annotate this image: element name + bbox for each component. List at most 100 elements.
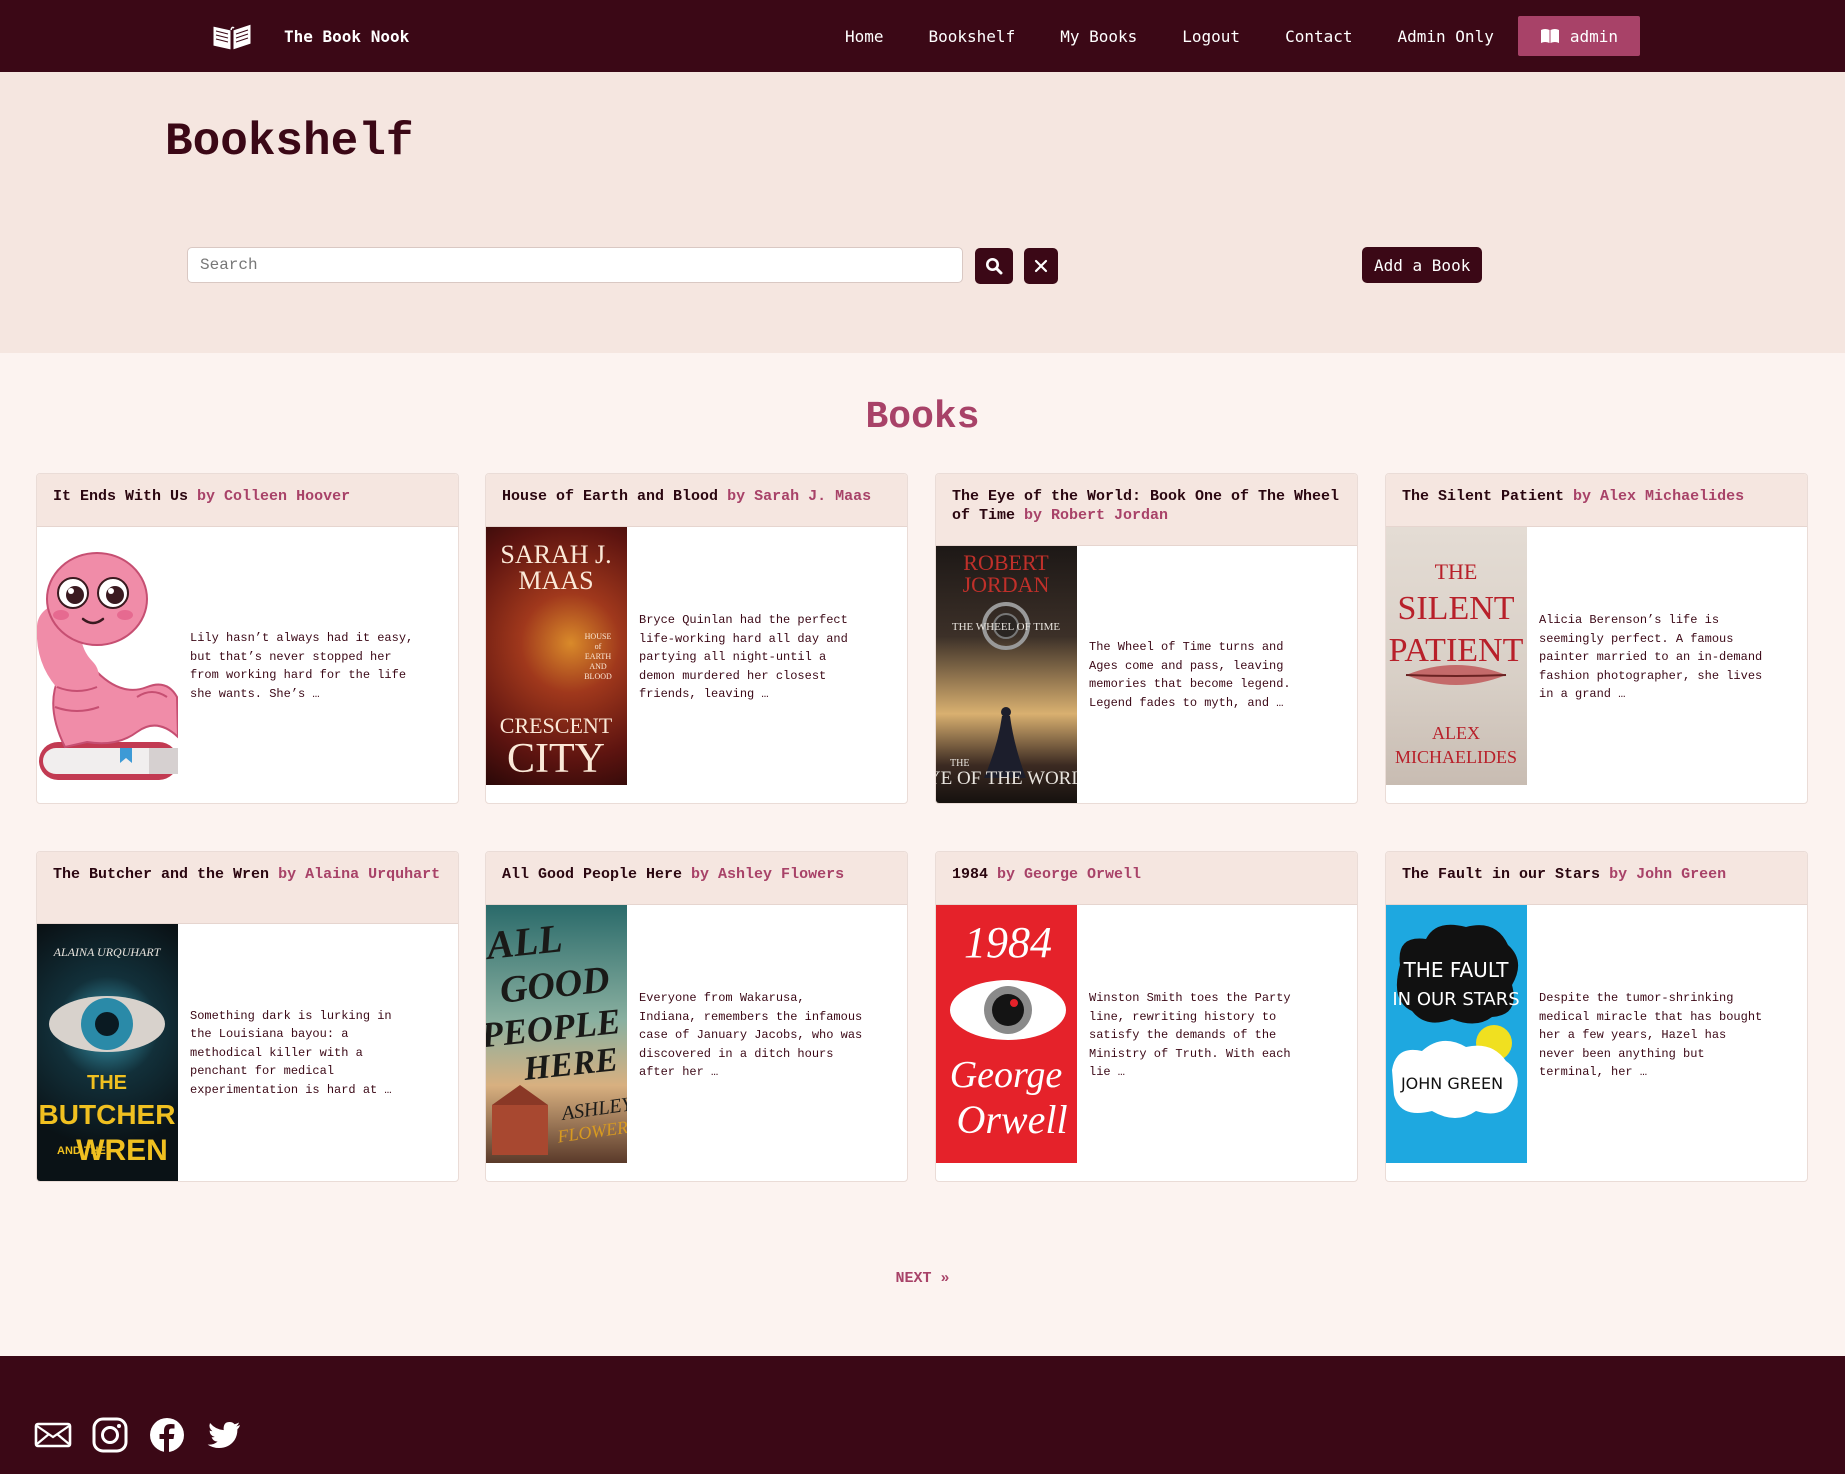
book-author: by Sarah J. Maas: [727, 488, 872, 505]
user-name: admin: [1569, 26, 1618, 46]
book-card[interactable]: House of Earth and Blood by Sarah J. Maa…: [485, 473, 908, 804]
cover-title-line: EYE OF THE WORLD: [936, 768, 1077, 789]
cover-author-line: MAAS: [518, 566, 593, 595]
search-input[interactable]: [187, 247, 963, 283]
book-card[interactable]: It Ends With Us by Colleen Hoover Lily h…: [36, 473, 459, 804]
book-cover-image[interactable]: ALL GOOD PEOPLE HERE ASHLEY FLOWERS: [486, 905, 627, 1163]
book-author: by Alex Michaelides: [1573, 488, 1745, 505]
cover-title-line: BUTCHER: [39, 1099, 176, 1130]
close-icon: [1034, 259, 1048, 273]
open-book-logo-icon: [212, 23, 252, 51]
add-book-button[interactable]: Add a Book: [1362, 247, 1483, 283]
nav-home[interactable]: Home: [845, 27, 884, 46]
cover-title-line: 1984: [964, 918, 1052, 967]
book-card[interactable]: 1984 by George Orwell 1984 George Orwell…: [935, 851, 1358, 1182]
facebook-icon[interactable]: [148, 1416, 186, 1454]
cover-author-line: George: [950, 1054, 1063, 1096]
cover-subtitle-line: AND: [589, 662, 607, 671]
cover-author-line: JORDAN: [963, 572, 1050, 597]
book-title[interactable]: All Good People Here: [502, 866, 682, 883]
cover-title-line: THE: [1435, 559, 1478, 584]
nav-my-books[interactable]: My Books: [1060, 27, 1137, 46]
book-author: by Colleen Hoover: [197, 488, 351, 505]
search-icon: [986, 258, 1003, 275]
footer: [0, 1356, 1845, 1474]
cover-subtitle-line: HOUSE: [585, 632, 612, 641]
cover-title-line: IN OUR STARS: [1392, 989, 1519, 1010]
book-title[interactable]: The Silent Patient: [1402, 488, 1564, 505]
book-title[interactable]: 1984: [952, 866, 988, 883]
book-card-header: The Fault in our Stars by John Green: [1386, 852, 1807, 905]
book-card[interactable]: The Silent Patient by Alex Michaelides T…: [1385, 473, 1808, 804]
book-card-header: The Silent Patient by Alex Michaelides: [1386, 474, 1807, 527]
book-author: by Ashley Flowers: [691, 866, 845, 883]
book-title[interactable]: The Fault in our Stars: [1402, 866, 1600, 883]
book-cover-image[interactable]: THE SILENT PATIENT ALEX MICHAELIDES: [1386, 527, 1527, 785]
instagram-icon[interactable]: [91, 1416, 129, 1454]
brand-name: The Book Nook: [284, 26, 410, 46]
cover-author-line: JOHN GREEN: [1400, 1074, 1503, 1093]
cover-title-line: PATIENT: [1389, 632, 1524, 669]
book-cover-image[interactable]: THE FAULT IN OUR STARS JOHN GREEN: [1386, 905, 1527, 1163]
brand[interactable]: The Book Nook: [210, 18, 409, 54]
page-header: Bookshelf Add a Book: [0, 72, 1845, 353]
navbar: The Book Nook Home Bookshelf My Books Lo…: [0, 0, 1845, 72]
book-cover-placeholder-image[interactable]: [37, 537, 178, 795]
cover-title-line: CITY: [507, 736, 605, 782]
cover-author-line: SARAH J.: [500, 540, 611, 569]
book-description: Alicia Berenson’s life is seemingly perf…: [1539, 613, 1763, 701]
book-card-header: The Butcher and the Wren by Alaina Urquh…: [37, 852, 458, 924]
nav-links: Home Bookshelf My Books Logout Contact A…: [800, 16, 1640, 56]
twitter-icon[interactable]: [205, 1416, 243, 1454]
book-card-header: The Eye of the World: Book One of The Wh…: [936, 474, 1357, 546]
search-button[interactable]: [975, 248, 1013, 284]
book-card[interactable]: All Good People Here by Ashley Flowers A…: [485, 851, 908, 1182]
cover-title-line: THE: [87, 1072, 127, 1094]
book-description: Despite the tumor-shrinking medical mira…: [1539, 991, 1763, 1079]
nav-admin-only[interactable]: Admin Only: [1398, 27, 1494, 46]
cover-series-line: THE WHEEL OF TIME: [952, 621, 1061, 633]
book-card[interactable]: The Fault in our Stars by John Green THE…: [1385, 851, 1808, 1182]
book-card-header: 1984 by George Orwell: [936, 852, 1357, 905]
cover-title-line: ALL: [486, 915, 565, 968]
user-menu-button[interactable]: admin: [1517, 16, 1640, 56]
page-title: Bookshelf: [165, 116, 414, 168]
nav-bookshelf[interactable]: Bookshelf: [929, 27, 1016, 46]
book-author: by George Orwell: [997, 866, 1142, 883]
cover-author-line: ALAINA URQUHART: [53, 945, 162, 959]
book-description: Bryce Quinlan had the perfect life-worki…: [639, 613, 848, 701]
book-description: Winston Smith toes the Party line, rewri…: [1089, 991, 1291, 1079]
book-cover-image[interactable]: ALAINA URQUHART THE BUTCHER AND THE WREN: [37, 924, 178, 1181]
book-card[interactable]: The Butcher and the Wren by Alaina Urquh…: [36, 851, 459, 1182]
book-icon: [1540, 29, 1559, 43]
book-author: by Alaina Urquhart: [278, 866, 441, 883]
book-card-header: House of Earth and Blood by Sarah J. Maa…: [486, 474, 907, 527]
book-card[interactable]: The Eye of the World: Book One of The Wh…: [935, 473, 1358, 804]
book-description: Something dark is lurking in the Louisia…: [190, 1008, 392, 1097]
cover-title-line: SILENT: [1397, 590, 1514, 627]
book-cover-image[interactable]: ROBERT JORDAN THE WHEEL OF TIME THE EYE …: [936, 546, 1077, 803]
cover-author-line: ALEX: [1432, 723, 1480, 743]
cover-author-line: Orwell: [956, 1097, 1067, 1142]
mail-icon[interactable]: [34, 1416, 72, 1454]
book-title[interactable]: The Butcher and the Wren: [53, 866, 269, 883]
cover-subtitle-line: EARTH: [585, 652, 611, 661]
book-description: Everyone from Wakarusa, Indiana, remembe…: [639, 991, 863, 1079]
nav-logout[interactable]: Logout: [1182, 27, 1240, 46]
book-cover-image[interactable]: 1984 George Orwell: [936, 905, 1077, 1163]
cover-title-line: CRESCENT: [500, 713, 613, 738]
book-cover-image[interactable]: SARAH J. MAAS HOUSE of EARTH AND BLOOD C…: [486, 527, 627, 785]
book-card-header: It Ends With Us by Colleen Hoover: [37, 474, 458, 527]
book-description: Lily hasn’t always had it easy, but that…: [190, 631, 414, 701]
book-author: by Robert Jordan: [1024, 507, 1169, 524]
nav-contact[interactable]: Contact: [1285, 27, 1352, 46]
cover-subtitle-line: BLOOD: [584, 672, 612, 681]
book-card-header: All Good People Here by Ashley Flowers: [486, 852, 907, 905]
clear-search-button[interactable]: [1024, 248, 1058, 284]
next-page-link[interactable]: NEXT »: [0, 1270, 1845, 1287]
book-description: The Wheel of Time turns and Ages come an…: [1089, 640, 1291, 710]
book-title[interactable]: It Ends With Us: [53, 488, 188, 505]
book-title[interactable]: House of Earth and Blood: [502, 488, 718, 505]
cover-subtitle-line: of: [595, 642, 602, 651]
book-author: by John Green: [1609, 866, 1727, 883]
